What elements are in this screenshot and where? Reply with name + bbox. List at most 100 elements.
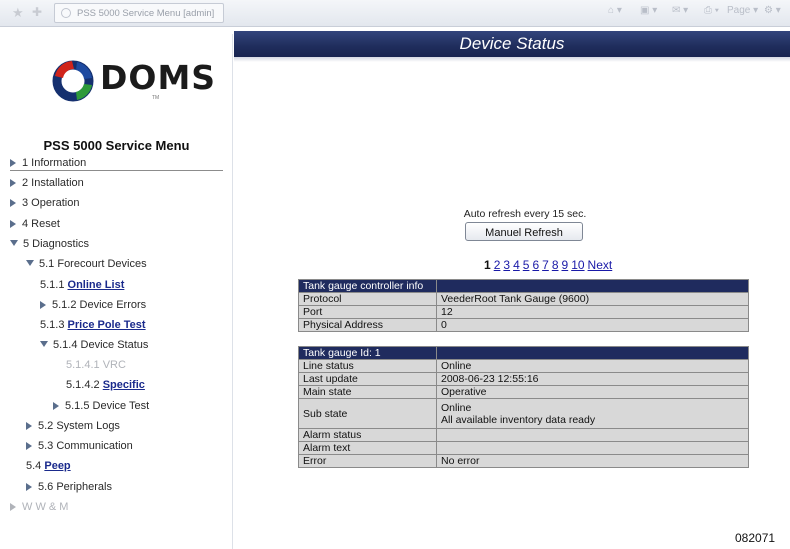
- sub-state-line: Online: [441, 401, 472, 414]
- divider: [10, 170, 223, 171]
- page-link[interactable]: 9: [562, 258, 569, 272]
- page-link[interactable]: 4: [513, 258, 520, 272]
- page-menu[interactable]: Page ▾: [727, 5, 758, 16]
- tab-title: PSS 5000 Service Menu [admin]: [77, 8, 215, 19]
- table-header: Tank gauge Id: 1: [298, 346, 437, 360]
- expand-arrow-icon: [26, 483, 32, 491]
- table-row: Alarm text: [298, 441, 749, 455]
- page-title: Device Status: [459, 34, 565, 53]
- expand-arrow-icon: [10, 220, 16, 228]
- table-header: Tank gauge controller info: [298, 279, 437, 293]
- expand-arrow-icon: [10, 199, 16, 207]
- doms-logo-icon: [52, 60, 94, 102]
- browser-toolbar: ★ ✚ PSS 5000 Service Menu [admin] ⌂ ▾ ▣ …: [0, 0, 790, 27]
- nav-device-test[interactable]: 5.1.5 Device Test: [53, 399, 149, 413]
- nav-peripherals[interactable]: 5.6 Peripherals: [26, 480, 112, 494]
- nav-online-list[interactable]: 5.1.1 Online List: [40, 278, 124, 292]
- collapse-arrow-icon: [10, 240, 18, 246]
- nav-diagnostics[interactable]: 5 Diagnostics: [10, 237, 89, 251]
- nav-system-logs[interactable]: 5.2 System Logs: [26, 419, 120, 433]
- nav-reset[interactable]: 4 Reset: [10, 217, 60, 231]
- table-row: Alarm status: [298, 428, 749, 442]
- row-label: Protocol: [298, 292, 437, 306]
- menu-title: PSS 5000 Service Menu: [43, 138, 190, 153]
- doms-logo: DOMS TM: [48, 52, 215, 112]
- page-link[interactable]: 2: [494, 258, 501, 272]
- row-value: [436, 441, 749, 455]
- nav-installation[interactable]: 2 Installation: [10, 176, 84, 190]
- page-link[interactable]: 7: [542, 258, 549, 272]
- row-label: Sub state: [298, 398, 437, 429]
- expand-arrow-icon: [40, 301, 46, 309]
- table-header-row: Tank gauge controller info: [298, 279, 749, 293]
- row-value: Online All available inventory data read…: [436, 398, 749, 429]
- row-value: [436, 428, 749, 442]
- row-value: 12: [436, 305, 749, 319]
- nav-information[interactable]: 1 Information: [10, 156, 86, 170]
- peep-link[interactable]: Peep: [44, 460, 70, 472]
- page-link[interactable]: 8: [552, 258, 559, 272]
- sidebar: DOMS TM PSS 5000 Service Menu 1 Informat…: [0, 28, 233, 549]
- page-link[interactable]: 10: [571, 258, 584, 272]
- row-label: Alarm text: [298, 441, 437, 455]
- nav-peep[interactable]: 5.4 Peep: [26, 459, 71, 473]
- next-page-link[interactable]: Next: [588, 258, 613, 272]
- page-link[interactable]: 6: [532, 258, 539, 272]
- refresh-button[interactable]: Manuel Refresh: [465, 222, 583, 241]
- logo-text: DOMS: [100, 58, 217, 97]
- page-link[interactable]: 3: [503, 258, 510, 272]
- nav-forecourt-devices[interactable]: 5.1 Forecourt Devices: [26, 257, 147, 271]
- header-shadow: [234, 57, 790, 62]
- favorites-star-icon[interactable]: ★: [12, 5, 24, 21]
- table-row: Error No error: [298, 454, 749, 468]
- row-value: No error: [436, 454, 749, 468]
- nav-wwm[interactable]: W W & M: [10, 500, 68, 514]
- feeds-icon[interactable]: ▣ ▾: [640, 5, 657, 16]
- expand-arrow-icon: [53, 402, 59, 410]
- table-row: Last update 2008-06-23 12:55:16: [298, 372, 749, 386]
- page-header: Device Status: [234, 31, 790, 57]
- row-label: Last update: [298, 372, 437, 386]
- expand-arrow-icon: [26, 442, 32, 450]
- row-value: Operative: [436, 385, 749, 399]
- nav-communication[interactable]: 5.3 Communication: [26, 439, 133, 453]
- row-value: Online: [436, 359, 749, 373]
- browser-tab[interactable]: PSS 5000 Service Menu [admin]: [54, 3, 224, 23]
- sub-state-detail: All available inventory data ready: [441, 413, 596, 426]
- trademark: TM: [152, 95, 160, 101]
- online-list-link[interactable]: Online List: [68, 279, 125, 291]
- row-label: Error: [298, 454, 437, 468]
- table-row: Protocol VeederRoot Tank Gauge (9600): [298, 292, 749, 306]
- collapse-arrow-icon: [26, 260, 34, 266]
- nav-price-pole-test[interactable]: 5.1.3 Price Pole Test: [40, 318, 146, 332]
- table-row: Physical Address 0: [298, 318, 749, 332]
- specific-link[interactable]: Specific: [103, 379, 145, 391]
- page-link[interactable]: 5: [523, 258, 530, 272]
- page-current: 1: [484, 258, 491, 272]
- add-favorites-icon[interactable]: ✚: [32, 5, 42, 19]
- row-label: Alarm status: [298, 428, 437, 442]
- table-row: Main state Operative: [298, 385, 749, 399]
- row-label: Line status: [298, 359, 437, 373]
- price-pole-test-link[interactable]: Price Pole Test: [68, 319, 146, 331]
- row-value: 2008-06-23 12:55:16: [436, 372, 749, 386]
- nav-device-errors[interactable]: 5.1.2 Device Errors: [40, 298, 146, 312]
- expand-arrow-icon: [10, 179, 16, 187]
- collapse-arrow-icon: [40, 341, 48, 347]
- expand-arrow-icon: [10, 159, 16, 167]
- print-icon[interactable]: ⎙ ▾: [704, 5, 719, 16]
- loading-icon: [61, 8, 71, 18]
- tools-icon[interactable]: ⚙ ▾: [764, 5, 781, 16]
- expand-arrow-icon: [10, 503, 16, 511]
- controller-info-table: Tank gauge controller info Protocol Veed…: [298, 279, 749, 332]
- mail-icon[interactable]: ✉ ▾: [672, 5, 688, 16]
- nav-operation[interactable]: 3 Operation: [10, 196, 79, 210]
- nav-vrc[interactable]: 5.1.4.1 VRC: [66, 358, 126, 372]
- home-icon[interactable]: ⌂ ▾: [608, 5, 622, 16]
- tank-gauge-table: Tank gauge Id: 1 Line status Online Last…: [298, 346, 749, 468]
- nav-specific[interactable]: 5.1.4.2 Specific: [66, 378, 145, 392]
- nav-device-status[interactable]: 5.1.4 Device Status: [40, 338, 148, 352]
- row-value: VeederRoot Tank Gauge (9600): [436, 292, 749, 306]
- table-row: Port 12: [298, 305, 749, 319]
- figure-number: 082071: [735, 531, 776, 545]
